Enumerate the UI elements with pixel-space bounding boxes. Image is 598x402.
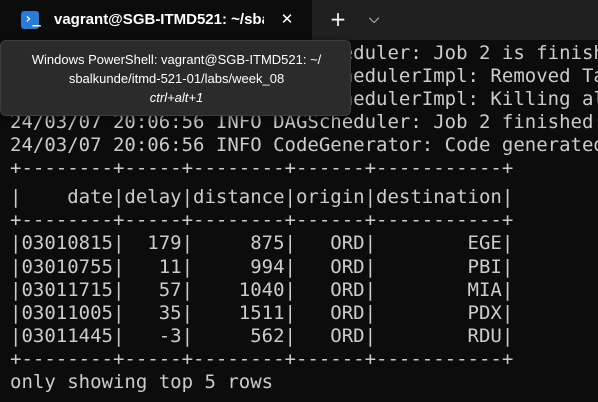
tab-title: vagrant@SGB-ITMD521: ~/sbalkunde/itmd-52… [54,11,264,28]
tab-bar: ›_ vagrant@SGB-ITMD521: ~/sbalkunde/itmd… [0,0,598,40]
powershell-icon: ›_ [21,11,41,29]
table-row: |03011715| 57| 1040| ORD| MIA| [10,279,514,301]
tooltip-line-1: Windows PowerShell: vagrant@SGB-ITMD521:… [31,52,322,67]
tooltip-line-2: sbalkunde/itmd-521-01/labs/week_08 [68,71,285,86]
powershell-icon-glyph: ›_ [24,11,41,27]
close-tab-icon[interactable]: ✕ [277,8,297,30]
table-border: +--------+-----+--------+------+--------… [10,348,514,370]
tab-tooltip: Windows PowerShell: vagrant@SGB-ITMD521:… [0,40,351,116]
new-tab-button[interactable]: + [326,6,350,32]
table-header: | date|delay|distance|origin|destination… [10,186,514,208]
table-row: |03011005| 35| 1511| ORD| PDX| [10,302,514,324]
terminal-line: 24/03/07 20:06:56 INFO CodeGenerator: Co… [10,134,598,156]
table-row: |03010755| 11| 994| ORD| PBI| [10,256,514,278]
table-row: |03011445| -3| 562| ORD| RDU| [10,325,514,347]
table-border: +--------+-----+--------+------+--------… [10,157,514,179]
tooltip-shortcut: ctrl+alt+1 [149,90,204,105]
table-row: |03010815| 179| 875| ORD| EGE| [10,232,514,254]
tab-terminal[interactable]: ›_ vagrant@SGB-ITMD521: ~/sbalkunde/itmd… [0,0,312,40]
terminal-footer-line: only showing top 5 rows [10,371,274,393]
table-border: +--------+-----+--------+------+--------… [10,209,514,231]
chevron-down-icon[interactable]: ⌵ [363,6,385,32]
